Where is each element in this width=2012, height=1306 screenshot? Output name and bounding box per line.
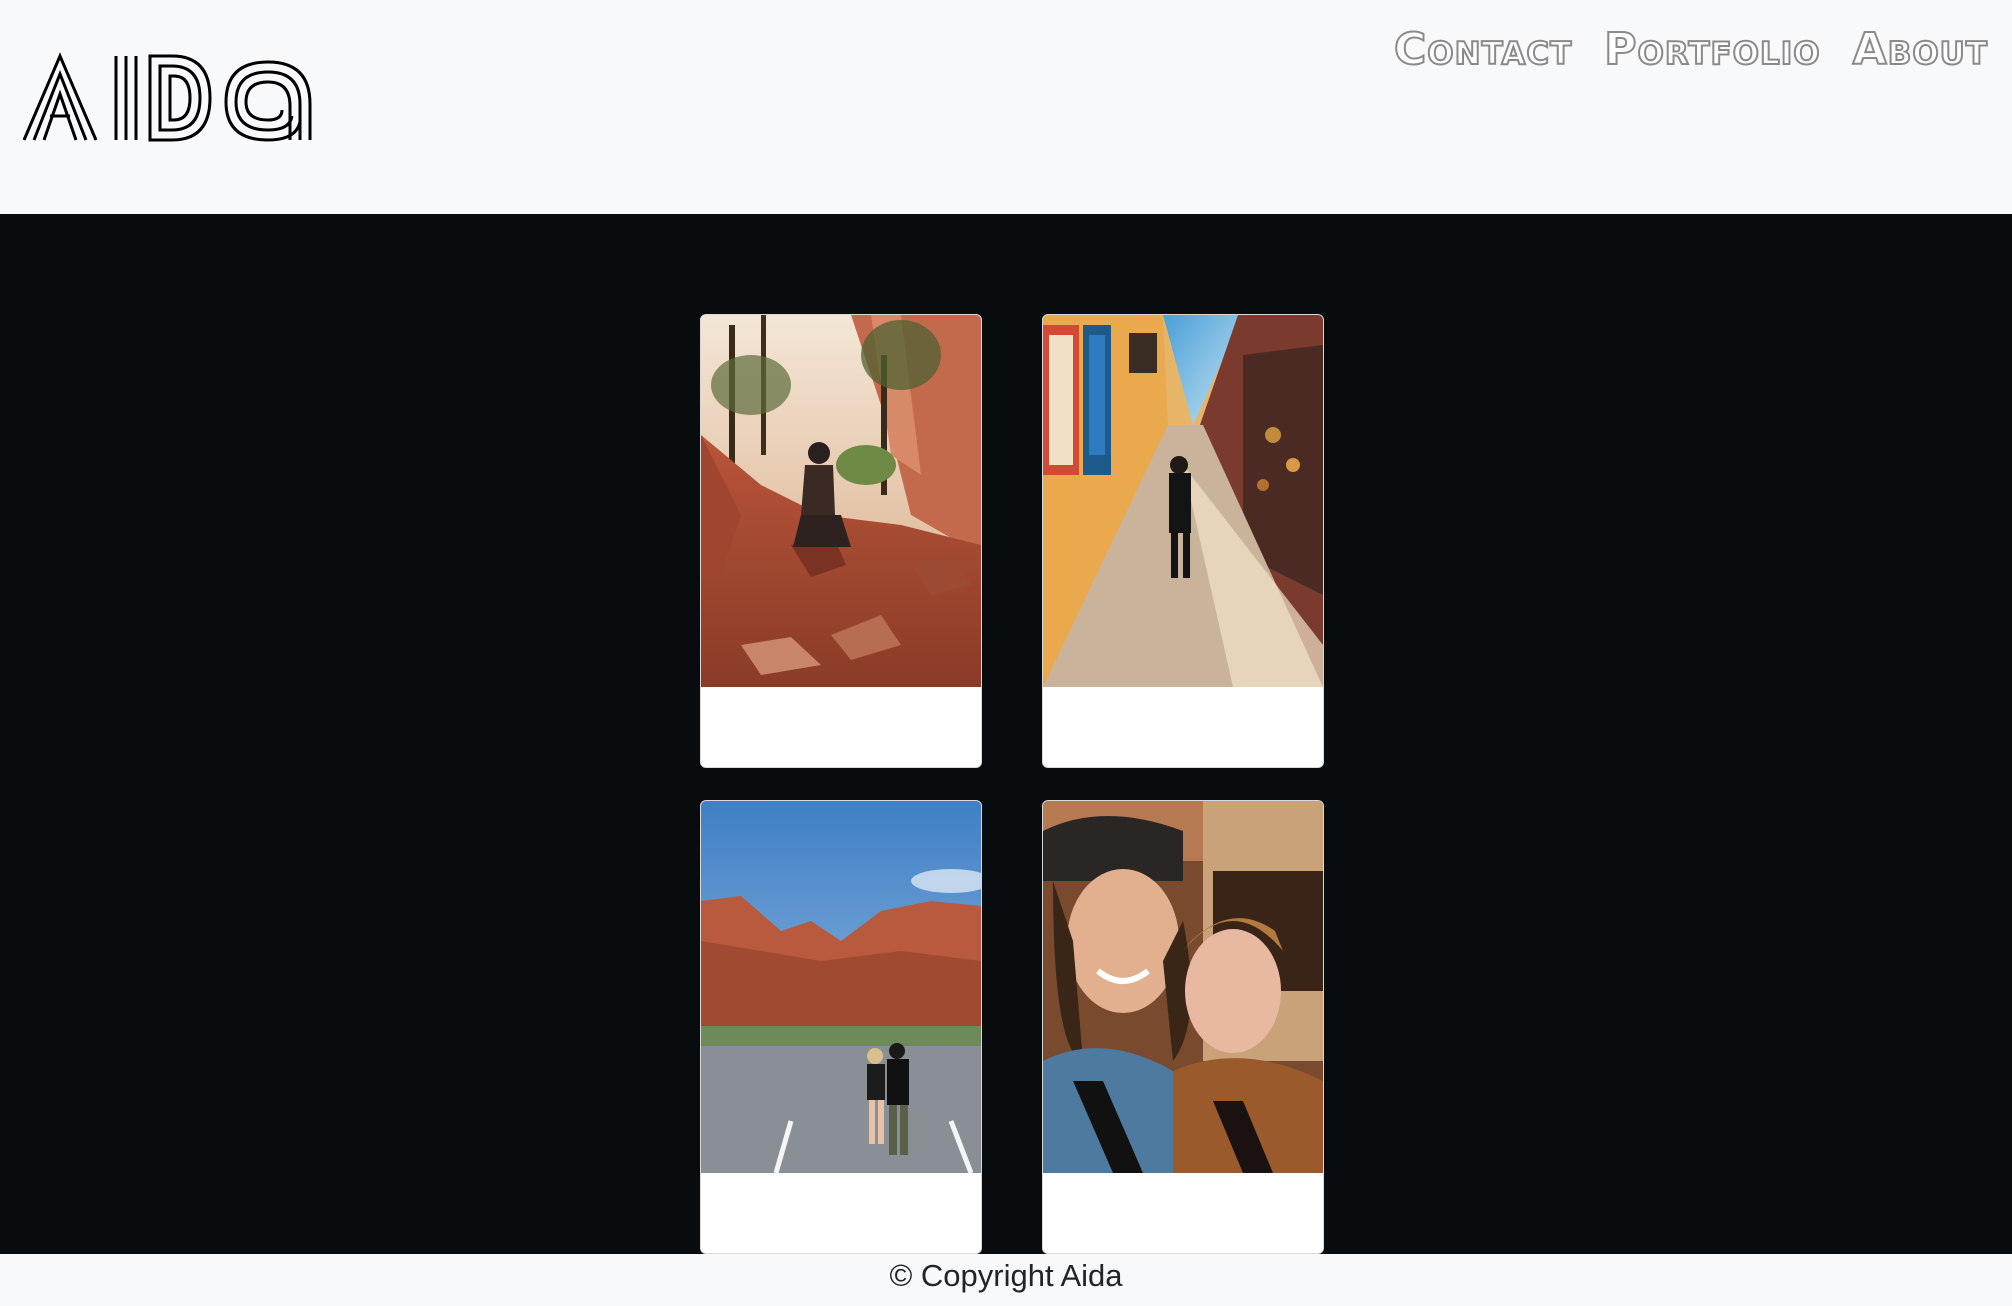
market-alley-photo[interactable] [1043,315,1323,687]
copyright-text: © Copyright Aida [889,1258,1123,1293]
nav-about-link[interactable]: About [1852,23,1988,76]
site-header: Contact Portfolio About [0,0,2012,214]
card-body [701,1173,981,1253]
main-nav: Contact Portfolio About [1393,23,1988,76]
couple-selfie-photo[interactable] [1043,801,1323,1173]
gallery-card-1[interactable] [700,314,982,768]
red-rock-parking-lot-photo[interactable] [701,801,981,1173]
gallery-section [0,214,2012,1254]
canyon-rock-photo[interactable] [701,315,981,687]
nav-portfolio-link[interactable]: Portfolio [1603,23,1820,76]
gallery-card-2[interactable] [1042,314,1324,768]
site-footer: © Copyright Aida [0,1254,2012,1302]
card-body [1043,687,1323,767]
gallery-card-4[interactable] [1042,800,1324,1254]
card-body [1043,1173,1323,1253]
gallery-card-3[interactable] [700,800,982,1254]
nav-contact-link[interactable]: Contact [1393,23,1572,76]
brand-logo[interactable] [20,52,314,144]
card-body [701,687,981,767]
